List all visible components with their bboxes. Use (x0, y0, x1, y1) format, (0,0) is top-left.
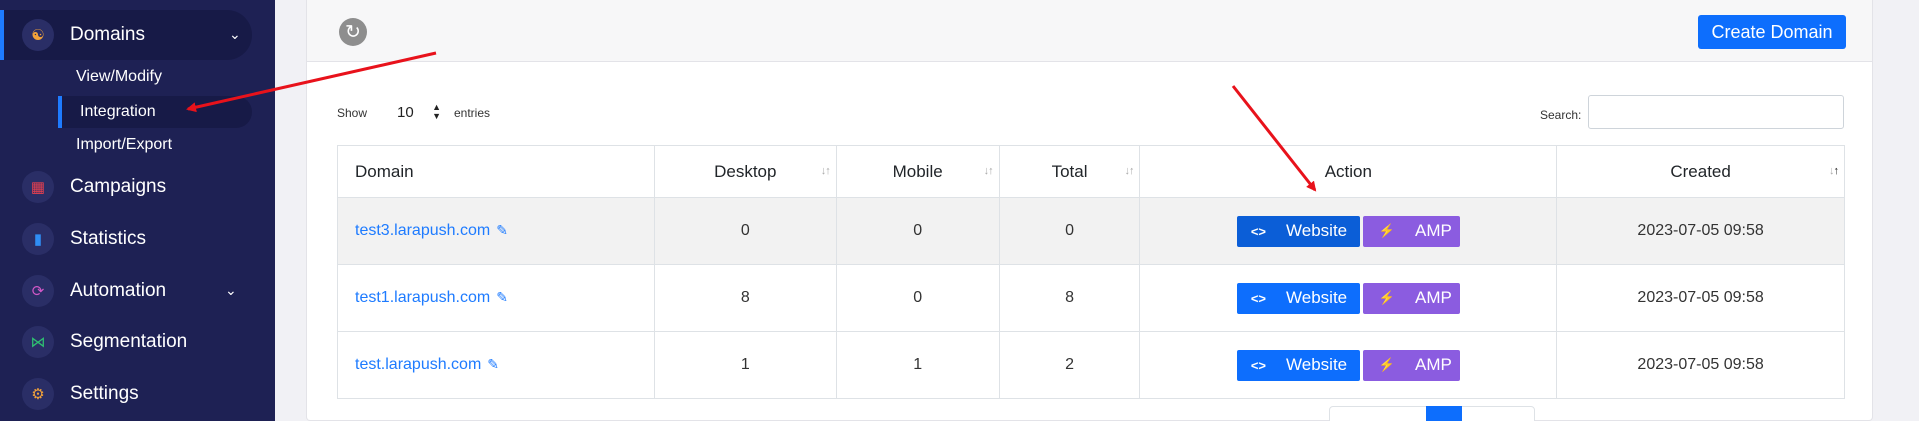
code-icon: <> (1250, 290, 1267, 306)
sidebar-item-statistics[interactable]: ▮ Statistics (0, 214, 146, 264)
sort-icon: ↓↑ (1124, 165, 1134, 177)
mobile-cell: 0 (835, 264, 1000, 332)
column-header-created[interactable]: Created ↓↑ (1556, 145, 1845, 198)
desktop-cell: 0 (653, 197, 837, 265)
sidebar-item-label: Statistics (70, 228, 147, 249)
entries-label: entries (454, 106, 491, 120)
chevron-down-icon[interactable]: ⌄ (225, 282, 237, 299)
sidebar-item-segmentation[interactable]: ⋈ Segmentation (0, 317, 187, 367)
amp-button[interactable]: ⚡ AMP (1362, 349, 1460, 381)
sort-icon: ↓↑ (983, 165, 994, 177)
created-cell: 2023-07-05 09:58 (1556, 197, 1845, 265)
total-cell: 0 (998, 197, 1141, 265)
sidebar-subitem-integration[interactable]: Integration (58, 96, 252, 128)
domain-link[interactable]: test.larapush.com (355, 356, 481, 373)
code-icon: <> (1250, 357, 1267, 373)
desktop-cell: 8 (653, 264, 837, 332)
sidebar-item-label: Settings (70, 383, 139, 404)
domains-icon: ☯ (22, 19, 54, 51)
sidebar-item-campaigns[interactable]: ▦ Campaigns (0, 162, 166, 212)
pencil-icon[interactable]: ✎ (496, 222, 508, 238)
sidebar-item-domains[interactable]: ☯ Domains ⌄ (0, 10, 252, 60)
pencil-icon[interactable]: ✎ (496, 289, 508, 305)
amp-label: AMP (1415, 288, 1452, 307)
card-header: ↻ Create Domain (307, 0, 1872, 62)
column-header-mobile[interactable]: Mobile ↓↑ (835, 145, 1000, 198)
amp-label: AMP (1415, 355, 1452, 374)
bolt-icon: ⚡ (1378, 357, 1396, 372)
created-cell: 2023-07-05 09:58 (1556, 264, 1845, 332)
entries-value: 10 (397, 103, 414, 121)
pagination-active-page[interactable] (1426, 406, 1462, 421)
domains-card: ↻ Create Domain Show 10 ▲ ▼ entries Searc… (306, 0, 1873, 421)
bolt-icon: ⚡ (1378, 223, 1396, 238)
chevron-down-icon[interactable]: ⌄ (229, 26, 241, 43)
website-button[interactable]: <> Website (1236, 215, 1360, 247)
sidebar-item-label: Domains (70, 24, 145, 45)
website-label: Website (1286, 355, 1348, 374)
table-header-row: Domain Desktop ↓↑ Mobile ↓↑ Total ↓↑ Action… (337, 145, 1845, 198)
sidebar-item-automation[interactable]: ⟳ Automation ⌄ (0, 266, 237, 316)
amp-label: AMP (1415, 221, 1452, 240)
column-label: Mobile (892, 161, 943, 181)
total-cell: 8 (998, 264, 1141, 332)
sidebar-item-settings[interactable]: ⚙ Settings (0, 369, 139, 419)
create-domain-button[interactable]: Create Domain (1698, 15, 1846, 49)
mobile-cell: 0 (835, 197, 1000, 265)
domain-cell: test.larapush.com ✎ (337, 331, 655, 399)
table-row: test1.larapush.com ✎ 8 0 8 <> Website ⚡ AMP … (337, 264, 1845, 332)
website-button[interactable]: <> Website (1236, 349, 1360, 381)
domain-link[interactable]: test3.larapush.com (355, 222, 490, 239)
desktop-cell: 1 (653, 331, 837, 399)
website-button[interactable]: <> Website (1236, 282, 1360, 314)
column-header-total[interactable]: Total ↓↑ (998, 145, 1141, 198)
sidebar-subitem-import-export[interactable]: Import/Export (76, 136, 172, 154)
sidebar-item-label: Segmentation (70, 331, 188, 352)
action-cell: <> Website ⚡ AMP (1139, 331, 1558, 399)
show-label: Show (337, 106, 368, 120)
amp-button[interactable]: ⚡ AMP (1362, 215, 1460, 247)
entries-select[interactable]: 10 ▲ ▼ (387, 98, 447, 126)
sidebar-subitem-view-modify[interactable]: View/Modify (76, 68, 162, 86)
sort-icon: ↓↑ (1829, 165, 1839, 177)
calendar-icon: ▦ (22, 171, 54, 203)
amp-button[interactable]: ⚡ AMP (1362, 282, 1460, 314)
sort-icon: ↓↑ (820, 165, 831, 177)
action-cell: <> Website ⚡ AMP (1139, 264, 1558, 332)
total-cell: 2 (998, 331, 1141, 399)
pencil-icon[interactable]: ✎ (487, 356, 499, 372)
segmentation-icon: ⋈ (22, 326, 54, 358)
column-label: Desktop (714, 161, 777, 181)
action-cell: <> Website ⚡ AMP (1139, 197, 1558, 265)
column-label: Created (1670, 161, 1731, 181)
domains-table: Domain Desktop ↓↑ Mobile ↓↑ Total ↓↑ Action… (337, 145, 1845, 399)
bar-chart-icon: ▮ (22, 223, 54, 255)
select-arrows-icon: ▲ ▼ (432, 102, 441, 121)
search-label: Search: (1540, 108, 1582, 122)
column-label: Action (1324, 161, 1372, 181)
column-header-domain[interactable]: Domain (337, 145, 655, 198)
domain-link[interactable]: test1.larapush.com (355, 289, 490, 306)
column-header-desktop[interactable]: Desktop ↓↑ (653, 145, 837, 198)
sidebar-item-label: Automation (70, 280, 167, 301)
gear-icon: ⚙ (22, 378, 54, 410)
website-label: Website (1286, 221, 1348, 240)
domain-cell: test3.larapush.com ✎ (337, 197, 655, 265)
sidebar: ☯ Domains ⌄ View/Modify Integration Impo… (0, 0, 275, 421)
sidebar-item-label: Campaigns (70, 176, 167, 197)
code-icon: <> (1250, 223, 1267, 239)
website-label: Website (1286, 288, 1348, 307)
column-label: Total (1051, 161, 1088, 181)
created-cell: 2023-07-05 09:58 (1556, 331, 1845, 399)
column-header-action: Action (1139, 145, 1558, 198)
automation-icon: ⟳ (22, 275, 54, 307)
table-row: test3.larapush.com ✎ 0 0 0 <> Website ⚡ AMP … (337, 197, 1845, 265)
table-row: test.larapush.com ✎ 1 1 2 <> Website ⚡ AMP 2… (337, 331, 1845, 399)
domain-cell: test1.larapush.com ✎ (337, 264, 655, 332)
search-input[interactable] (1588, 95, 1844, 129)
bolt-icon: ⚡ (1378, 290, 1396, 305)
column-label: Domain (355, 161, 414, 181)
refresh-icon[interactable]: ↻ (339, 18, 367, 46)
mobile-cell: 1 (835, 331, 1000, 399)
